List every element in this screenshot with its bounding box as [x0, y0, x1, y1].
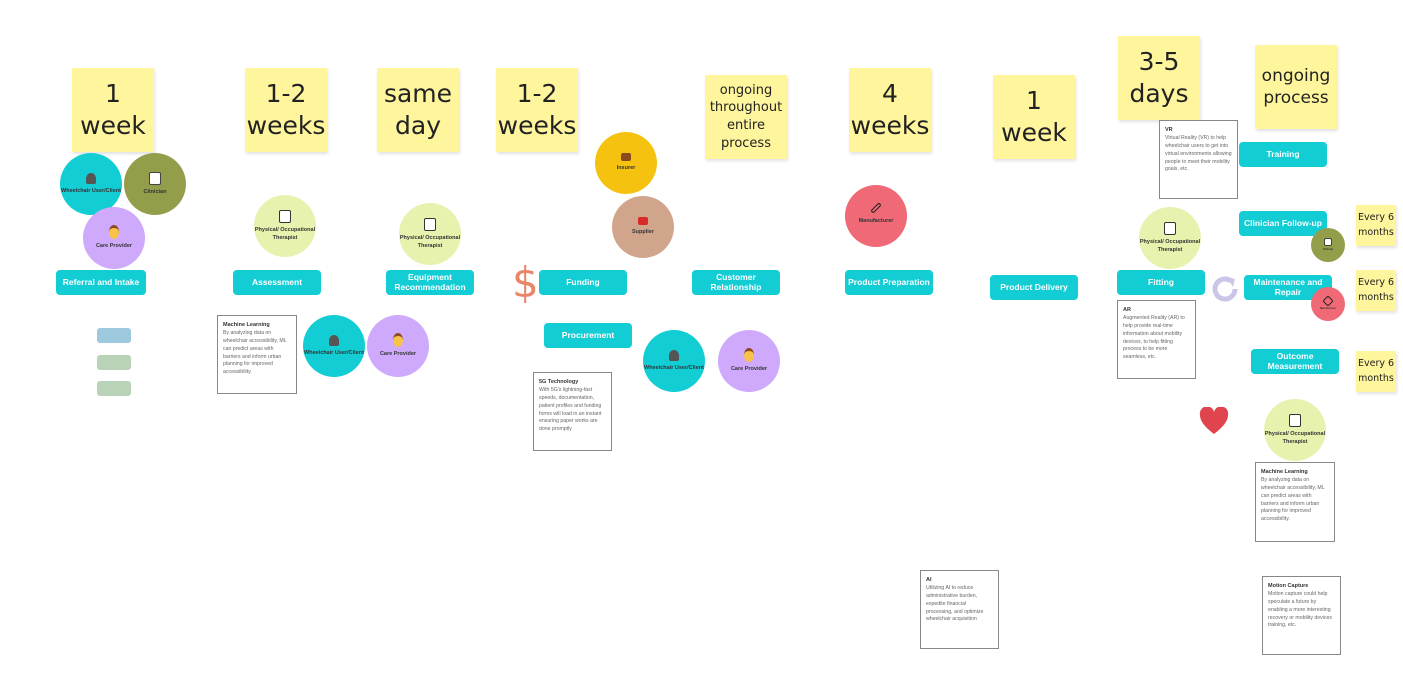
note-title: AI [926, 577, 932, 583]
actor-wheelchair-user[interactable]: Wheelchair User/Client [303, 315, 365, 377]
tech-note[interactable]: Machine Learning By analyzing data on whe… [217, 315, 297, 394]
actor-therapist[interactable]: Physical/ Occupational Therapist [1264, 399, 1326, 461]
note-body: By analyzing data on wheelchair accessib… [1261, 477, 1325, 523]
face-icon [744, 348, 754, 363]
actor-wheelchair-user[interactable]: Wheelchair User/Client [643, 330, 705, 392]
actor-label: Clinician [1322, 248, 1334, 252]
stage-fitting[interactable]: Fitting [1117, 270, 1205, 295]
actor-label: Physical/ Occupational Therapist [1139, 238, 1201, 253]
stage-product-delivery[interactable]: Product Delivery [990, 275, 1078, 300]
actor-label: Supplier [631, 229, 654, 236]
stage-customer-relationship[interactable]: Customer Relationship [692, 270, 780, 295]
note-title: 5G Technology [539, 379, 579, 385]
frequency-sticky[interactable]: Every 6 months [1356, 270, 1396, 311]
note-body: With 5G's lightning-fast speeds, documen… [539, 387, 602, 433]
chat-bubble-icon [97, 381, 131, 396]
actor-label: Care Provider [95, 243, 133, 250]
actor-label: Manufacturer [858, 218, 894, 225]
stage-clinician-follow-up[interactable]: Clinician Follow-up [1239, 211, 1327, 236]
clipboard-icon [1289, 413, 1301, 427]
actor-care-provider[interactable]: Care Provider [83, 207, 145, 269]
stage-referral[interactable]: Referral and Intake [56, 270, 146, 295]
note-title: VR [1165, 127, 1173, 133]
note-title: Machine Learning [1261, 469, 1308, 475]
actor-label: Clinician [143, 188, 167, 195]
actor-insurer[interactable]: Insurer [595, 132, 657, 194]
actor-label: Care Provider [379, 351, 417, 358]
face-icon [393, 333, 403, 348]
actor-care-provider[interactable]: Care Provider [718, 330, 780, 392]
duration-sticky[interactable]: 1-2 weeks [496, 68, 578, 152]
tech-note[interactable]: AR Augmented Reality (AR) to help provide… [1117, 300, 1196, 379]
stage-training[interactable]: Training [1239, 142, 1327, 167]
chat-bubble-icon [97, 355, 131, 370]
duration-sticky[interactable]: ongoing throughout entire process [705, 75, 787, 159]
clipboard-icon [424, 217, 436, 231]
actor-label: Physical/ Occupational Therapist [399, 234, 461, 249]
briefcase-icon [621, 153, 631, 162]
actor-label: Wheelchair User/Client [304, 349, 364, 356]
heart-icon [1199, 407, 1229, 434]
refresh-cycle-icon [1212, 276, 1238, 302]
actor-label: Wheelchair User/Client [61, 187, 121, 194]
stage-funding[interactable]: Funding [539, 270, 627, 295]
note-title: Motion Capture [1268, 583, 1309, 589]
dollar-icon: $ [512, 258, 539, 307]
duration-sticky[interactable]: 4 weeks [849, 68, 931, 152]
stage-product-preparation[interactable]: Product Preparation [845, 270, 933, 295]
actor-manufacturer[interactable]: Manufacturer [1311, 287, 1345, 321]
actor-label: Physical/ Occupational Therapist [254, 226, 316, 241]
wrench-icon [870, 202, 882, 214]
tech-note[interactable]: Motion Capture Motion capture could help … [1262, 576, 1341, 655]
actor-label: Insurer [616, 165, 636, 172]
tech-note[interactable]: Machine Learning By analyzing data on whe… [1255, 462, 1335, 542]
stage-outcome-measurement[interactable]: Outcome Measurement [1251, 349, 1339, 374]
duration-sticky[interactable]: 1 week [72, 68, 154, 152]
tech-note[interactable]: VR Virtual Reality (VR) to help wheelchai… [1159, 120, 1238, 199]
note-body: Utilizing AI to reduce administrative bu… [926, 585, 984, 623]
actor-supplier[interactable]: Supplier [612, 196, 674, 258]
note-body: Virtual Reality (VR) to help wheelchair … [1165, 135, 1232, 173]
stage-procurement[interactable]: Procurement [544, 323, 632, 348]
actor-therapist[interactable]: Physical/ Occupational Therapist [399, 203, 461, 265]
frequency-sticky[interactable]: Every 6 months [1356, 205, 1396, 246]
chat-bubble-icon [97, 328, 131, 343]
note-title: AR [1123, 307, 1131, 313]
stage-equipment-recommendation[interactable]: Equipment Recommendation [386, 270, 474, 295]
actor-care-provider[interactable]: Care Provider [367, 315, 429, 377]
duration-sticky[interactable]: ongoing process [1255, 45, 1337, 129]
toolbox-icon [638, 217, 648, 226]
person-icon [669, 349, 679, 361]
tech-note[interactable]: 5G Technology With 5G's lightning-fast sp… [533, 372, 612, 451]
note-body: Motion capture could help speculate a fu… [1268, 591, 1333, 629]
lab-coat-icon [149, 171, 161, 185]
person-icon [86, 172, 96, 184]
tech-note[interactable]: AI Utilizing AI to reduce administrative … [920, 570, 999, 649]
actor-therapist[interactable]: Physical/ Occupational Therapist [254, 195, 316, 257]
clipboard-icon [1164, 221, 1176, 235]
note-body: By analyzing data on wheelchair accessib… [223, 330, 287, 376]
face-icon [109, 225, 119, 240]
actor-manufacturer[interactable]: Manufacturer [845, 185, 907, 247]
duration-sticky[interactable]: 1-2 weeks [245, 68, 327, 152]
note-body: Augmented Reality (AR) to help provide r… [1123, 315, 1185, 361]
duration-sticky[interactable]: 1 week [993, 75, 1075, 159]
actor-clinician[interactable]: Clinician [1311, 228, 1345, 262]
duration-sticky[interactable]: same day [377, 68, 459, 152]
actor-therapist[interactable]: Physical/ Occupational Therapist [1139, 207, 1201, 269]
actor-label: Care Provider [730, 366, 768, 373]
actor-clinician[interactable]: Clinician [124, 153, 186, 215]
person-icon [329, 334, 339, 346]
stage-assessment[interactable]: Assessment [233, 270, 321, 295]
duration-sticky[interactable]: 3-5 days [1118, 36, 1200, 120]
clipboard-icon [279, 209, 291, 223]
wrench-icon [1322, 295, 1334, 307]
actor-label: Wheelchair User/Client [644, 364, 704, 371]
frequency-sticky[interactable]: Every 6 months [1356, 351, 1396, 392]
actor-wheelchair-user[interactable]: Wheelchair User/Client [60, 153, 122, 215]
actor-label: Manufacturer [1320, 307, 1336, 311]
actor-label: Physical/ Occupational Therapist [1264, 430, 1326, 445]
lab-coat-icon [1324, 238, 1332, 247]
note-title: Machine Learning [223, 322, 270, 328]
